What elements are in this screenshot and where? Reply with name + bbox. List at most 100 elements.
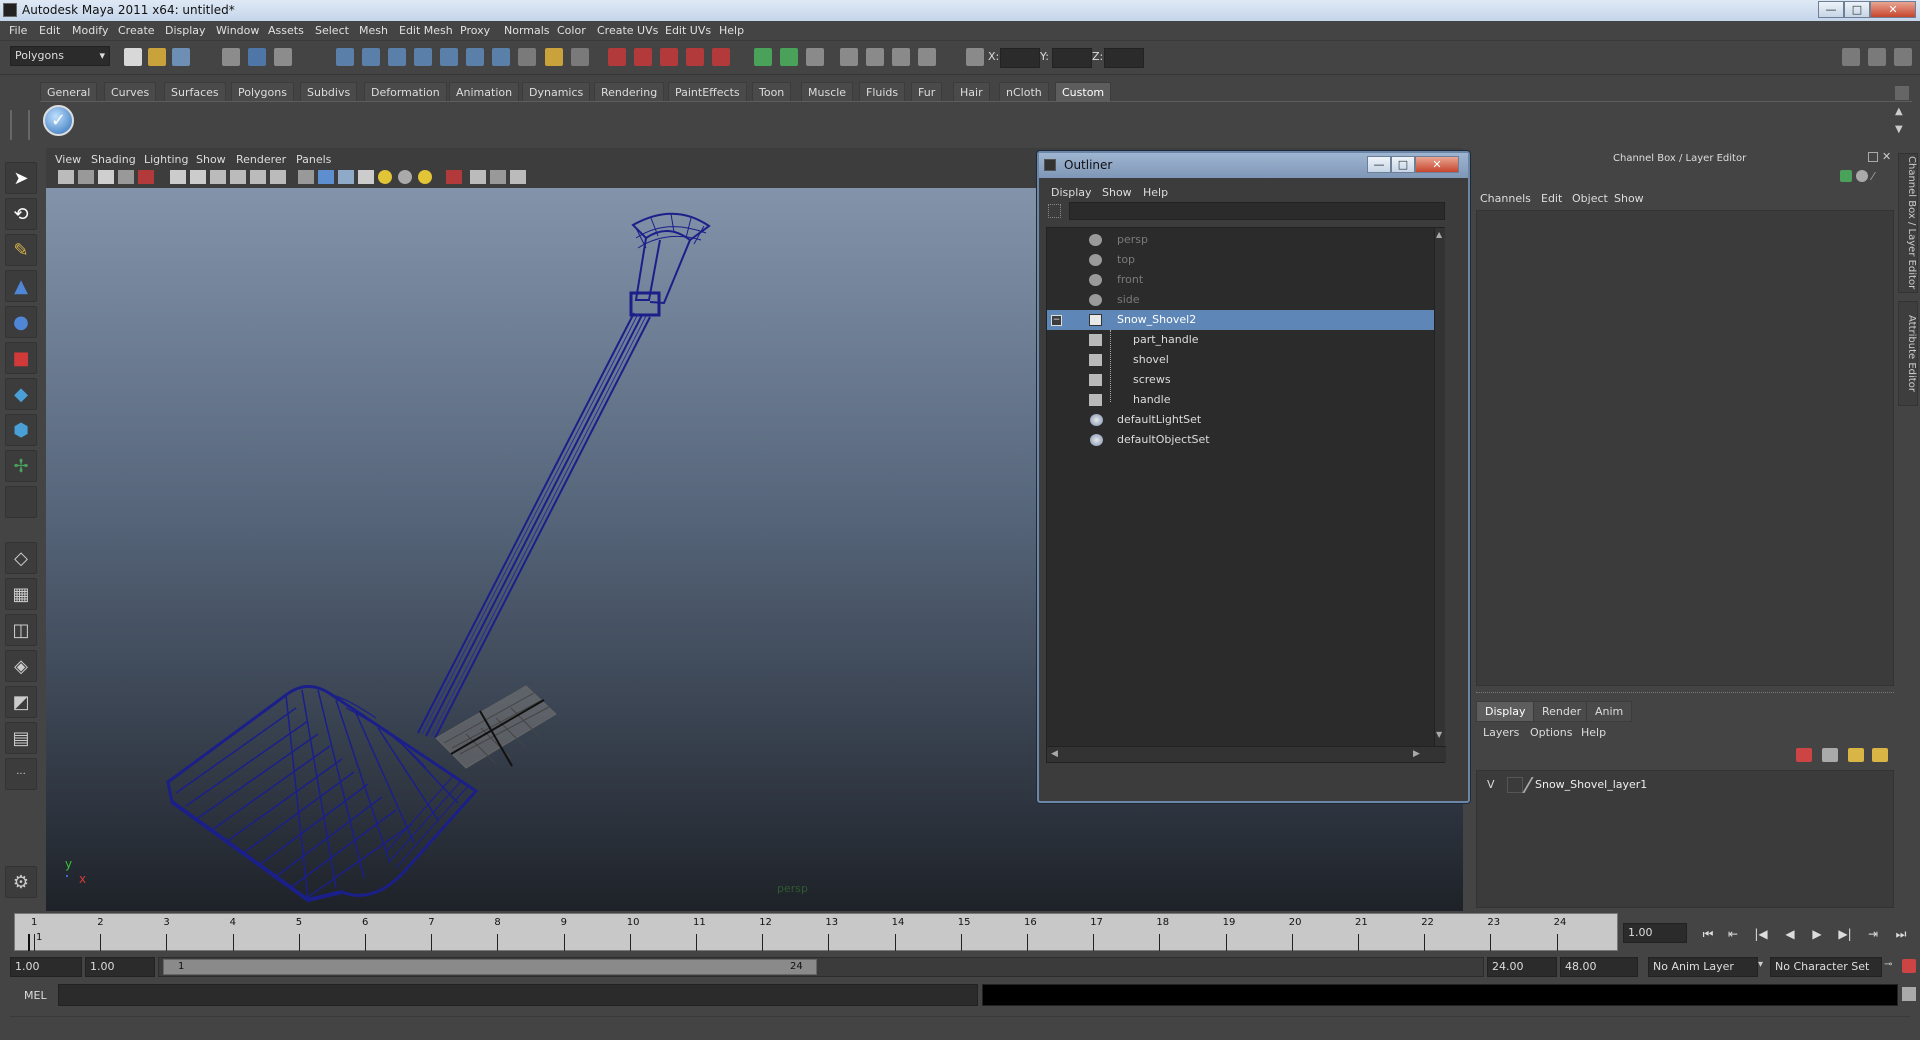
channel-mute-icon[interactable]: ⁄ [1872, 170, 1884, 183]
menu-create-uvs[interactable]: Create UVs [597, 24, 658, 37]
move-tool-icon[interactable]: ▲ [5, 270, 37, 302]
play-backwards-icon[interactable]: ◀ [1779, 925, 1801, 943]
persp-outliner-layout-icon[interactable]: ◫ [5, 614, 37, 646]
channel-menu-show[interactable]: Show [1614, 192, 1644, 205]
select-camera-icon[interactable] [58, 170, 74, 184]
step-back-frame-icon[interactable]: |◀ [1750, 925, 1772, 943]
lock-selection-icon[interactable] [545, 48, 563, 66]
minimize-button[interactable]: — [1818, 1, 1844, 18]
xray-joints-icon[interactable] [490, 170, 506, 184]
bookmarks-icon[interactable] [98, 170, 114, 184]
construction-history-icon[interactable] [806, 48, 824, 66]
new-layer-icon[interactable] [1848, 748, 1864, 762]
side-tab-attribute-editor[interactable]: Attribute Editor [1898, 301, 1918, 406]
highlight-selection-icon[interactable] [571, 48, 589, 66]
mask-misc-icon[interactable] [518, 48, 536, 66]
select-tool-icon[interactable]: ➤ [5, 162, 37, 194]
outliner-search-field[interactable] [1069, 202, 1445, 220]
new-scene-icon[interactable] [124, 48, 142, 66]
menu-edit-mesh[interactable]: Edit Mesh [399, 24, 453, 37]
y-field[interactable] [1052, 48, 1092, 68]
output-ops-icon[interactable] [780, 48, 798, 66]
panel-menu-view[interactable]: View [55, 153, 81, 166]
float-panel-icon[interactable] [1868, 152, 1878, 162]
toggle-attribute-editor-icon[interactable] [1842, 48, 1860, 66]
smooth-shade-icon[interactable] [318, 170, 334, 184]
grid-toggle-icon[interactable] [170, 170, 186, 184]
panel-menu-renderer[interactable]: Renderer [236, 153, 286, 166]
range-slider-track[interactable]: 1 24 [158, 957, 1484, 977]
play-forwards-icon[interactable]: ▶ [1806, 925, 1828, 943]
menu-proxy[interactable]: Proxy [460, 24, 490, 37]
layer-color-swatch[interactable] [1522, 777, 1534, 793]
menu-color[interactable]: Color [557, 24, 586, 37]
snap-grid-icon[interactable] [608, 48, 626, 66]
outliner-menu-display[interactable]: Display [1051, 186, 1092, 199]
step-back-key-icon[interactable]: ⇤ [1722, 925, 1744, 943]
outliner-item-top[interactable]: top [1047, 250, 1446, 270]
menu-file[interactable]: File [9, 24, 27, 37]
time-slider-track[interactable]: 1 1 2 3 4 5 6 7 8 9 10 11 12 13 14 15 16 17 18 19 20 21 22 23 2… [14, 913, 1618, 951]
scale-tool-icon[interactable]: ■ [5, 342, 37, 374]
step-forward-key-icon[interactable]: ⇥ [1862, 925, 1884, 943]
channel-key-icon[interactable] [1840, 170, 1852, 182]
mask-rendering-icon[interactable] [492, 48, 510, 66]
render-frame-icon[interactable] [866, 48, 884, 66]
maximize-button[interactable]: □ [1844, 1, 1870, 18]
mask-surfaces-icon[interactable] [414, 48, 432, 66]
last-tool-slot[interactable] [5, 486, 37, 518]
menu-help[interactable]: Help [719, 24, 744, 37]
mask-dynamics-icon[interactable] [466, 48, 484, 66]
outliner-item-front[interactable]: front [1047, 270, 1446, 290]
layer-tab-anim[interactable]: Anim [1586, 701, 1633, 722]
safe-action-icon[interactable] [270, 170, 286, 184]
animation-preferences-icon[interactable] [1902, 959, 1916, 973]
mask-deformations-icon[interactable] [440, 48, 458, 66]
shelf-tab-curves[interactable]: Curves [104, 82, 157, 101]
current-frame-marker[interactable] [28, 934, 30, 951]
outliner-menu-help[interactable]: Help [1143, 186, 1168, 199]
shelf-menu-handle[interactable] [10, 110, 30, 140]
outliner-close-button[interactable]: ✕ [1415, 156, 1459, 173]
shelf-tab-dynamics[interactable]: Dynamics [522, 82, 591, 101]
layer-tab-render[interactable]: Render [1533, 701, 1591, 722]
toggle-channel-box-icon[interactable] [1894, 48, 1912, 66]
channel-menu-channels[interactable]: Channels [1480, 192, 1531, 205]
render-view-icon[interactable] [840, 48, 858, 66]
shelf-tab-ncloth[interactable]: nCloth [999, 82, 1049, 101]
layout-more-icon[interactable]: ··· [5, 758, 37, 790]
outliner-menu-show[interactable]: Show [1102, 186, 1132, 199]
input-ops-icon[interactable] [754, 48, 772, 66]
wireframe-icon[interactable] [298, 170, 314, 184]
hud-icon[interactable] [510, 170, 526, 184]
xray-icon[interactable] [470, 170, 486, 184]
outliner-item-side[interactable]: side [1047, 290, 1446, 310]
scroll-left-icon[interactable]: ◀ [1051, 749, 1058, 759]
script-editor-icon[interactable] [1902, 987, 1916, 1001]
end-time-field[interactable]: 48.00 [1560, 957, 1638, 977]
toggle-tool-settings-icon[interactable] [1868, 48, 1886, 66]
playback-end-field[interactable]: 24.00 [1487, 957, 1557, 977]
shelf-tab-toon[interactable]: Toon [752, 82, 792, 101]
panel-menu-lighting[interactable]: Lighting [144, 153, 188, 166]
mask-curves-icon[interactable] [388, 48, 406, 66]
layer-menu-options[interactable]: Options [1530, 726, 1572, 739]
transform-field-icon[interactable] [966, 48, 984, 66]
save-scene-icon[interactable] [172, 48, 190, 66]
command-language-label[interactable]: MEL [24, 989, 47, 1002]
channel-menu-edit[interactable]: Edit [1541, 192, 1562, 205]
collapse-icon[interactable]: − [1051, 315, 1062, 326]
character-set-dropdown[interactable]: No Character Set [1770, 957, 1882, 977]
menuset-dropdown[interactable]: Polygons ▾ [10, 46, 110, 66]
command-input[interactable] [58, 984, 978, 1006]
panel-splitter[interactable] [1476, 692, 1894, 695]
shadows-icon[interactable] [398, 170, 412, 184]
mask-joints-icon[interactable] [362, 48, 380, 66]
character-key-icon[interactable]: ⊸ [1884, 959, 1898, 973]
layer-type-toggle[interactable] [1507, 777, 1523, 793]
select-by-object-icon[interactable] [248, 48, 266, 66]
gate-mask-icon[interactable] [230, 170, 246, 184]
shelf-tab-painteffects[interactable]: PaintEffects [668, 82, 747, 101]
layer-tab-display[interactable]: Display [1476, 701, 1535, 722]
shelf-scroll-up-icon[interactable]: ▲ [1895, 106, 1909, 120]
